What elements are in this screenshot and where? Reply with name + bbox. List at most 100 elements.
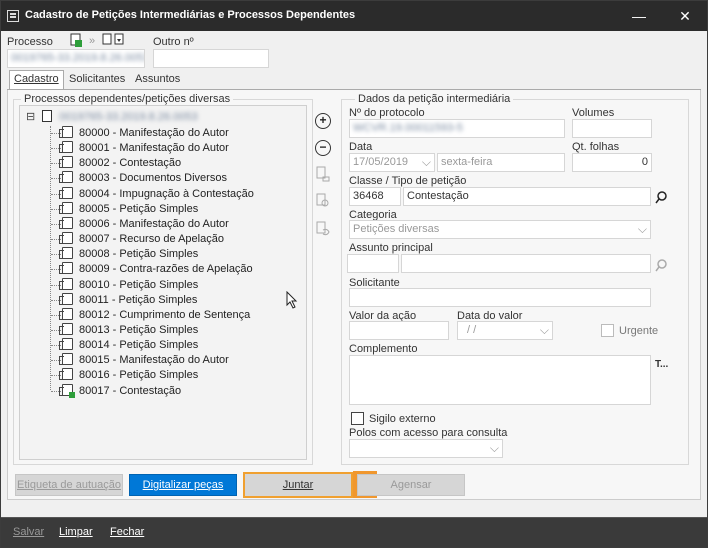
tab-assuntos[interactable]: Assuntos: [131, 71, 184, 89]
tree-item[interactable]: 80005 - Petição Simples: [59, 201, 198, 217]
document-icon: [59, 292, 73, 305]
tree-item[interactable]: 80004 - Impugnação à Contestação: [59, 186, 254, 202]
add-icon[interactable]: +: [315, 113, 331, 129]
tree-item[interactable]: 80012 - Cumprimento de Sentença: [59, 307, 251, 323]
document-icon: [59, 368, 73, 381]
link-document-icon: [316, 221, 330, 236]
minimize-button[interactable]: —: [621, 1, 657, 31]
tree-group-title: Processos dependentes/petições diversas: [21, 93, 234, 105]
search-icon[interactable]: [655, 190, 669, 204]
polos-dropdown[interactable]: ⌵: [349, 439, 503, 458]
tree-root[interactable]: ⊟ 0019765-33.2019.8.26.0053: [26, 110, 198, 125]
document-icon: [59, 277, 73, 290]
etiqueta-autuacao-label: Etiqueta de autuação: [17, 479, 121, 491]
new-document-icon[interactable]: [69, 33, 83, 47]
etiqueta-autuacao-button[interactable]: Etiqueta de autuação: [15, 474, 123, 496]
tree-item[interactable]: 80009 - Contra-razões de Apelação: [59, 262, 253, 277]
search-icon: [655, 259, 667, 272]
tree-item[interactable]: 80016 - Petição Simples: [59, 368, 198, 383]
volumes-field[interactable]: [572, 119, 652, 138]
tree-item[interactable]: 80011 - Petição Simples: [59, 292, 198, 308]
tree-item[interactable]: 80002 - Contestação: [59, 156, 181, 171]
tree-item-label: 80008 - Petição Simples: [79, 248, 199, 261]
limpar-button[interactable]: Limpar: [59, 526, 93, 538]
tree-item-label: 80011 - Petição Simples: [79, 293, 198, 306]
document-icon: [59, 383, 75, 398]
data-field[interactable]: 17/05/2019 ⌵: [349, 153, 435, 172]
fechar-button[interactable]: Fechar: [110, 526, 144, 538]
assunto-field[interactable]: [401, 254, 651, 273]
tree-item[interactable]: 80014 - Petição Simples: [59, 338, 199, 353]
root-document-icon: [42, 110, 53, 122]
tree-item[interactable]: 80003 - Documentos Diversos: [59, 171, 227, 186]
tree-item-label: 80006 - Manifestação do Autor: [79, 217, 229, 230]
tree-item-label: 80009 - Contra-razões de Apelação: [79, 263, 253, 276]
window-title: Cadastro de Petições Intermediárias e Pr…: [25, 9, 356, 21]
title-bar: Cadastro de Petições Intermediárias e Pr…: [1, 1, 707, 31]
tree-item[interactable]: 80010 - Petição Simples: [59, 277, 198, 293]
tree-item-label: 80004 - Impugnação à Contestação: [79, 187, 254, 200]
urgente-checkbox[interactable]: [601, 324, 614, 337]
tree-item[interactable]: 80006 - Manifestação do Autor: [59, 216, 229, 232]
move-document-icon: [316, 166, 330, 182]
document-icon: [59, 262, 73, 275]
document-icon: [59, 126, 73, 138]
complemento-textarea[interactable]: [349, 355, 651, 405]
qt-folhas-field[interactable]: 0: [572, 153, 652, 172]
dialog-window: Cadastro de Petições Intermediárias e Pr…: [0, 0, 708, 548]
valor-acao-field[interactable]: [349, 321, 449, 340]
chevron-down-icon[interactable]: ⌵: [638, 222, 647, 237]
mouse-cursor-icon: [286, 291, 298, 309]
tree-item[interactable]: 80007 - Recurso de Apelação: [59, 232, 224, 247]
sigilo-label: Sigilo externo: [369, 413, 436, 425]
juntar-button[interactable]: Juntar: [243, 472, 353, 498]
chevron-down-icon[interactable]: ⌵: [540, 323, 549, 338]
volumes-label: Volumes: [572, 107, 615, 119]
juntar-label: Juntar: [282, 479, 314, 491]
chevron-down-icon[interactable]: ⌵: [490, 441, 499, 456]
tree-item-label: 80012 - Cumprimento de Sentença: [79, 308, 251, 321]
protocolo-label: Nº do protocolo: [349, 107, 425, 119]
tree-item[interactable]: 80017 - Contestação: [59, 383, 181, 399]
processo-value: 0019765-33.2019.8.26.0053: [11, 52, 145, 64]
tree-item[interactable]: 80015 - Manifestação do Autor: [59, 353, 229, 368]
complemento-label: Complemento: [349, 343, 418, 355]
salvar-label: Salvar: [13, 526, 45, 538]
tree-item[interactable]: 80000 - Manifestação do Autor: [59, 126, 229, 141]
agensar-button[interactable]: Agensar: [357, 474, 465, 496]
categoria-dropdown[interactable]: Petições diversas ⌵: [349, 220, 651, 239]
tree-item-label: 80001 - Manifestação do Autor: [79, 142, 229, 155]
tree-item-label: 80000 - Manifestação do Autor: [79, 127, 229, 139]
tree-item[interactable]: 80001 - Manifestação do Autor: [59, 141, 229, 156]
document-icon: [59, 353, 73, 366]
sigilo-checkbox[interactable]: [351, 412, 364, 425]
tree-item[interactable]: 80013 - Petição Simples: [59, 322, 199, 338]
processo-label: Processo: [7, 36, 53, 48]
processo-field[interactable]: 0019765-33.2019.8.26.0053: [7, 49, 145, 68]
outro-numero-field[interactable]: [153, 49, 269, 68]
complemento-expand-button[interactable]: T...: [655, 359, 668, 370]
copy-documents-icon[interactable]: [101, 33, 127, 47]
tree-item-label: 80014 - Petição Simples: [79, 339, 199, 352]
salvar-button[interactable]: Salvar: [13, 526, 44, 538]
protocolo-field[interactable]: WCVR.19.00011593-5: [349, 119, 565, 138]
process-tree[interactable]: ⊟ 0019765-33.2019.8.26.0053 80000 - Mani…: [19, 105, 307, 460]
tree-expander[interactable]: ⊟: [26, 111, 35, 123]
classe-code-field[interactable]: 36468: [349, 187, 401, 206]
solicitante-field[interactable]: [349, 288, 651, 307]
remove-icon[interactable]: −: [315, 140, 331, 156]
assunto-code-field[interactable]: [347, 254, 399, 273]
tree-item[interactable]: 80008 - Petição Simples: [59, 247, 199, 262]
tab-solicitantes[interactable]: Solicitantes: [65, 71, 129, 89]
tab-cadastro[interactable]: Cadastro: [9, 70, 64, 90]
classe-field[interactable]: Contestação: [403, 187, 651, 206]
data-valor-field[interactable]: / / ⌵: [457, 321, 553, 340]
separator-icon: »: [89, 35, 96, 47]
tree-item-label: 80013 - Petição Simples: [79, 323, 199, 336]
chevron-down-icon[interactable]: ⌵: [422, 155, 431, 170]
close-button[interactable]: ✕: [667, 1, 703, 31]
document-icon: [59, 216, 73, 229]
document-icon: [59, 247, 73, 260]
digitalizar-pecas-button[interactable]: Digitalizar peças: [129, 474, 237, 496]
document-icon: [59, 307, 73, 320]
